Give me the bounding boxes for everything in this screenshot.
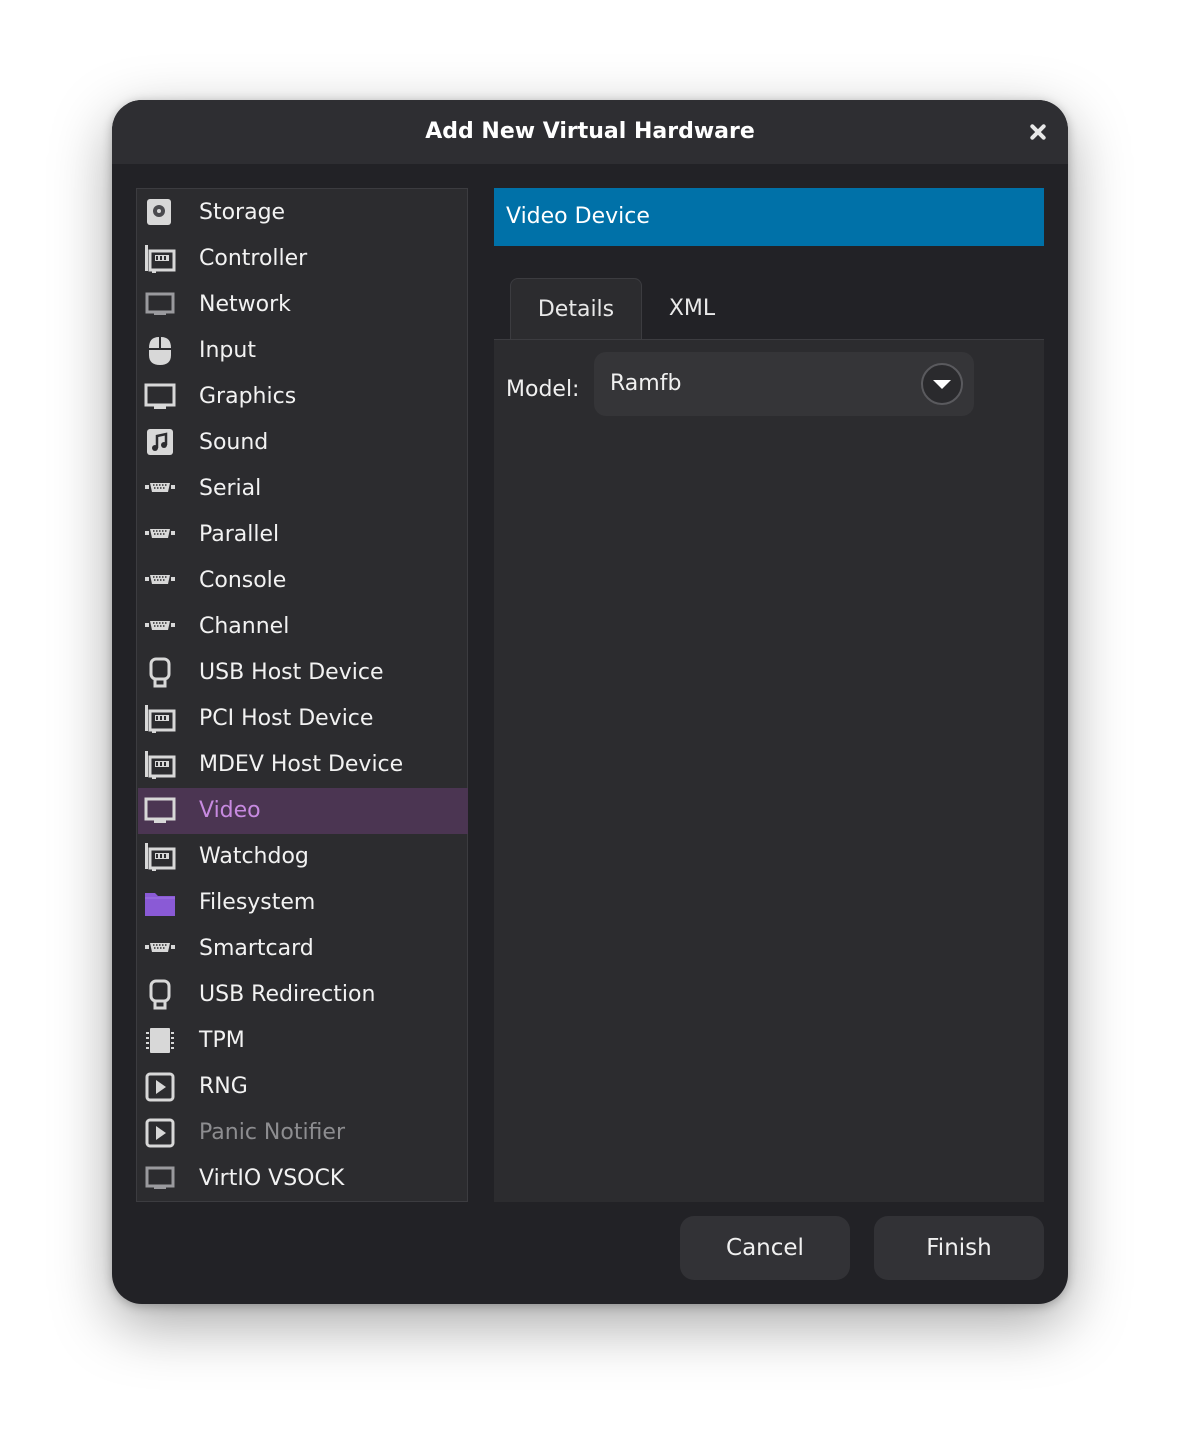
pci-card-icon — [145, 705, 176, 733]
hardware-item-channel[interactable]: Channel — [138, 604, 468, 650]
monitor-outline-icon — [145, 292, 175, 315]
hardware-item-panic-notifier[interactable]: Panic Notifier — [138, 1110, 468, 1156]
hardware-list: Storage Controller Network Input Graphics Sou… — [136, 188, 468, 1202]
pci-card-icon — [145, 245, 176, 273]
model-label: Model: — [506, 377, 580, 402]
hardware-item-serial[interactable]: Serial — [138, 466, 468, 512]
hardware-item-console[interactable]: Console — [138, 558, 468, 604]
hardware-item-sound[interactable]: Sound — [138, 420, 468, 466]
hardware-item-label: USB Host Device — [199, 660, 384, 685]
model-dropdown[interactable]: Ramfb — [594, 352, 974, 416]
hardware-item-label: Controller — [199, 246, 308, 271]
hardware-item-virtio-vsock[interactable]: VirtIO VSOCK — [138, 1156, 468, 1202]
chevron-down-icon — [921, 363, 963, 405]
hardware-item-label: Smartcard — [199, 936, 314, 961]
hardware-item-label: Storage — [199, 200, 286, 225]
monitor-outline-icon — [145, 1166, 175, 1189]
tab-bar: Details XML — [494, 270, 1044, 340]
hardware-item-graphics[interactable]: Graphics — [138, 374, 468, 420]
hardware-item-mdev-host-device[interactable]: MDEV Host Device — [138, 742, 468, 788]
hardware-item-label: Console — [199, 568, 287, 593]
details-panel: Video Device Details XML Model: Ramfb — [494, 188, 1044, 1202]
hardware-item-parallel[interactable]: Parallel — [138, 512, 468, 558]
hardware-item-label: Graphics — [199, 384, 297, 409]
hardware-item-label: Video — [199, 798, 261, 823]
tab-details[interactable]: Details — [510, 278, 642, 340]
hardware-item-video[interactable]: Video — [138, 788, 468, 834]
hardware-item-label: RNG — [199, 1074, 248, 1099]
hardware-item-label: Parallel — [199, 522, 280, 547]
add-hardware-dialog: Add New Virtual Hardware Storage Controll… — [112, 100, 1068, 1304]
hardware-item-filesystem[interactable]: Filesystem — [138, 880, 468, 926]
close-icon[interactable] — [1026, 120, 1050, 144]
hardware-item-label: VirtIO VSOCK — [199, 1166, 345, 1191]
mouse-icon — [149, 337, 171, 365]
hardware-item-label: USB Redirection — [199, 982, 376, 1007]
details-content: Model: Ramfb — [494, 340, 1044, 1202]
pci-card-icon — [145, 843, 176, 871]
hardware-item-label: Input — [199, 338, 256, 363]
hardware-item-rng[interactable]: RNG — [138, 1064, 468, 1110]
panel-header: Video Device — [494, 188, 1044, 246]
play-box-icon — [145, 1072, 175, 1102]
usb-plug-icon — [149, 979, 171, 1010]
folder-icon — [145, 893, 175, 916]
hardware-item-label: MDEV Host Device — [199, 752, 404, 777]
serial-port-icon — [145, 621, 175, 630]
serial-port-icon — [145, 529, 175, 538]
hardware-item-usb-redirection[interactable]: USB Redirection — [138, 972, 468, 1018]
hardware-item-label: Watchdog — [199, 844, 309, 869]
hardware-item-input[interactable]: Input — [138, 328, 468, 374]
serial-port-icon — [145, 943, 175, 952]
monitor-icon — [144, 797, 176, 823]
serial-port-icon — [145, 575, 175, 584]
model-selected-value: Ramfb — [610, 371, 682, 396]
hardware-item-tpm[interactable]: TPM — [138, 1018, 468, 1064]
hardware-item-label: Panic Notifier — [199, 1120, 345, 1145]
hardware-item-storage[interactable]: Storage — [138, 190, 468, 236]
dialog-title: Add New Virtual Hardware — [425, 119, 755, 144]
hardware-item-pci-host-device[interactable]: PCI Host Device — [138, 696, 468, 742]
hardware-item-label: Serial — [199, 476, 262, 501]
tab-xml[interactable]: XML — [650, 278, 734, 340]
hardware-item-label: Network — [199, 292, 291, 317]
hardware-item-usb-host-device[interactable]: USB Host Device — [138, 650, 468, 696]
serial-port-icon — [145, 483, 175, 492]
hardware-item-label: Filesystem — [199, 890, 316, 915]
hardware-item-network[interactable]: Network — [138, 282, 468, 328]
usb-plug-icon — [149, 657, 171, 688]
chip-icon — [146, 1028, 174, 1053]
title-bar: Add New Virtual Hardware — [112, 100, 1068, 164]
hardware-item-smartcard[interactable]: Smartcard — [138, 926, 468, 972]
monitor-icon — [144, 383, 176, 409]
play-box-icon — [145, 1118, 175, 1148]
finish-button[interactable]: Finish — [874, 1216, 1044, 1280]
pci-card-icon — [145, 751, 176, 779]
cancel-button[interactable]: Cancel — [680, 1216, 850, 1280]
hardware-item-label: TPM — [199, 1028, 245, 1053]
divider — [494, 246, 1044, 270]
music-note-icon — [147, 429, 173, 455]
panel-header-title: Video Device — [506, 204, 650, 229]
hardware-item-controller[interactable]: Controller — [138, 236, 468, 282]
hardware-item-label: Channel — [199, 614, 290, 639]
hardware-item-label: PCI Host Device — [199, 706, 374, 731]
disk-icon — [147, 199, 171, 225]
hardware-item-label: Sound — [199, 430, 269, 455]
hardware-item-watchdog[interactable]: Watchdog — [138, 834, 468, 880]
